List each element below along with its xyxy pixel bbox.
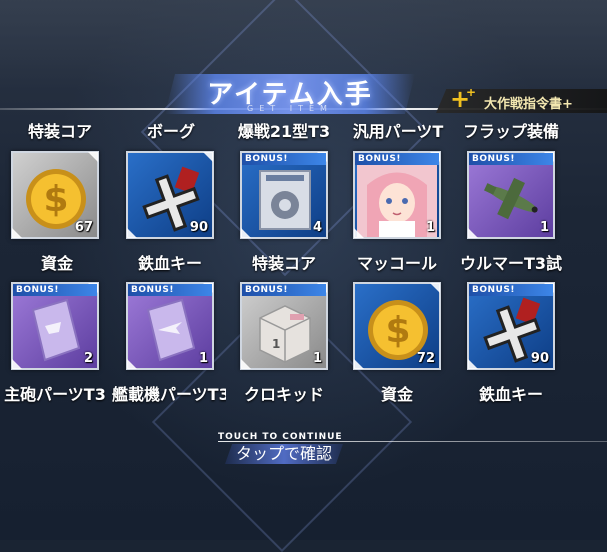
item-card-iron-blood-key[interactable]: BONUS! 90 [467,282,555,370]
bonus-badge: BONUS! [469,153,553,165]
item-count: 90 [530,351,549,366]
svg-text:1: 1 [272,337,280,351]
svg-text:$: $ [385,310,410,351]
item-label: 鉄血キー [137,254,202,273]
gun-parts-book-icon [21,296,91,364]
item-label: 特装コア [27,122,92,141]
item-label: 汎用パーツT [352,122,444,141]
item-count: 1 [198,351,208,366]
item-card-coin[interactable]: $ 67 [11,151,99,239]
item-label: フラップ装備 [462,122,559,141]
footer-divider [218,441,607,442]
item-card-character[interactable]: BONUS! 1 [353,151,441,239]
item-card-special-core[interactable]: BONUS! 4 [240,151,328,239]
item-card-gun-parts[interactable]: BONUS! 2 [11,282,99,370]
item-label: マッコール [356,254,437,273]
item-label: ボーグ [146,122,195,141]
item-count: 67 [74,220,93,235]
item-label: 艦載機パーツT3 [112,385,226,404]
item-label: 資金 [380,385,413,404]
item-card-plane[interactable]: BONUS! 1 [467,151,555,239]
bonus-badge: BONUS! [355,153,439,165]
bonus-badge: BONUS! [128,284,212,296]
item-card-crate[interactable]: BONUS! 1 1 [240,282,328,370]
special-core-icon [250,165,320,233]
plane-icon [477,165,547,233]
svg-text:$: $ [43,179,68,220]
item-count: 1 [425,220,435,235]
item-label: 主砲パーツT3 [4,385,106,404]
bonus-badge: BONUS! [242,284,326,296]
item-count: 1 [539,220,549,235]
title-banner: アイテム入手 GET ITEM [165,70,415,118]
item-card-iron-blood-key[interactable]: 90 [126,151,214,239]
order-label: 大作戦指令書+ [484,97,573,112]
item-count: 2 [83,351,93,366]
page-subtitle: GET ITEM [247,104,333,113]
item-count: 72 [416,351,435,366]
crate-icon: 1 [250,296,320,364]
order-bonus-badge: + + 大作戦指令書+ [436,89,607,113]
item-count: 90 [189,220,208,235]
item-count: 1 [312,351,322,366]
item-label: ウルマーT3試 [459,254,563,273]
item-label: 特装コア [251,254,316,273]
confirm-button[interactable]: タップで確認 [225,444,343,464]
item-label: クロキッド [243,385,324,404]
item-label: 鉄血キー [478,385,543,404]
item-label: 資金 [40,254,73,273]
bonus-badge: BONUS! [13,284,97,296]
bonus-badge: BONUS! [242,153,326,165]
aircraft-parts-book-icon [136,296,206,364]
item-count: 4 [312,220,322,235]
item-label: 爆戦21型T3 [237,122,331,141]
bonus-badge: BONUS! [469,284,553,296]
item-card-coin[interactable]: $ 72 [353,282,441,370]
item-card-aircraft-parts[interactable]: BONUS! 1 [126,282,214,370]
